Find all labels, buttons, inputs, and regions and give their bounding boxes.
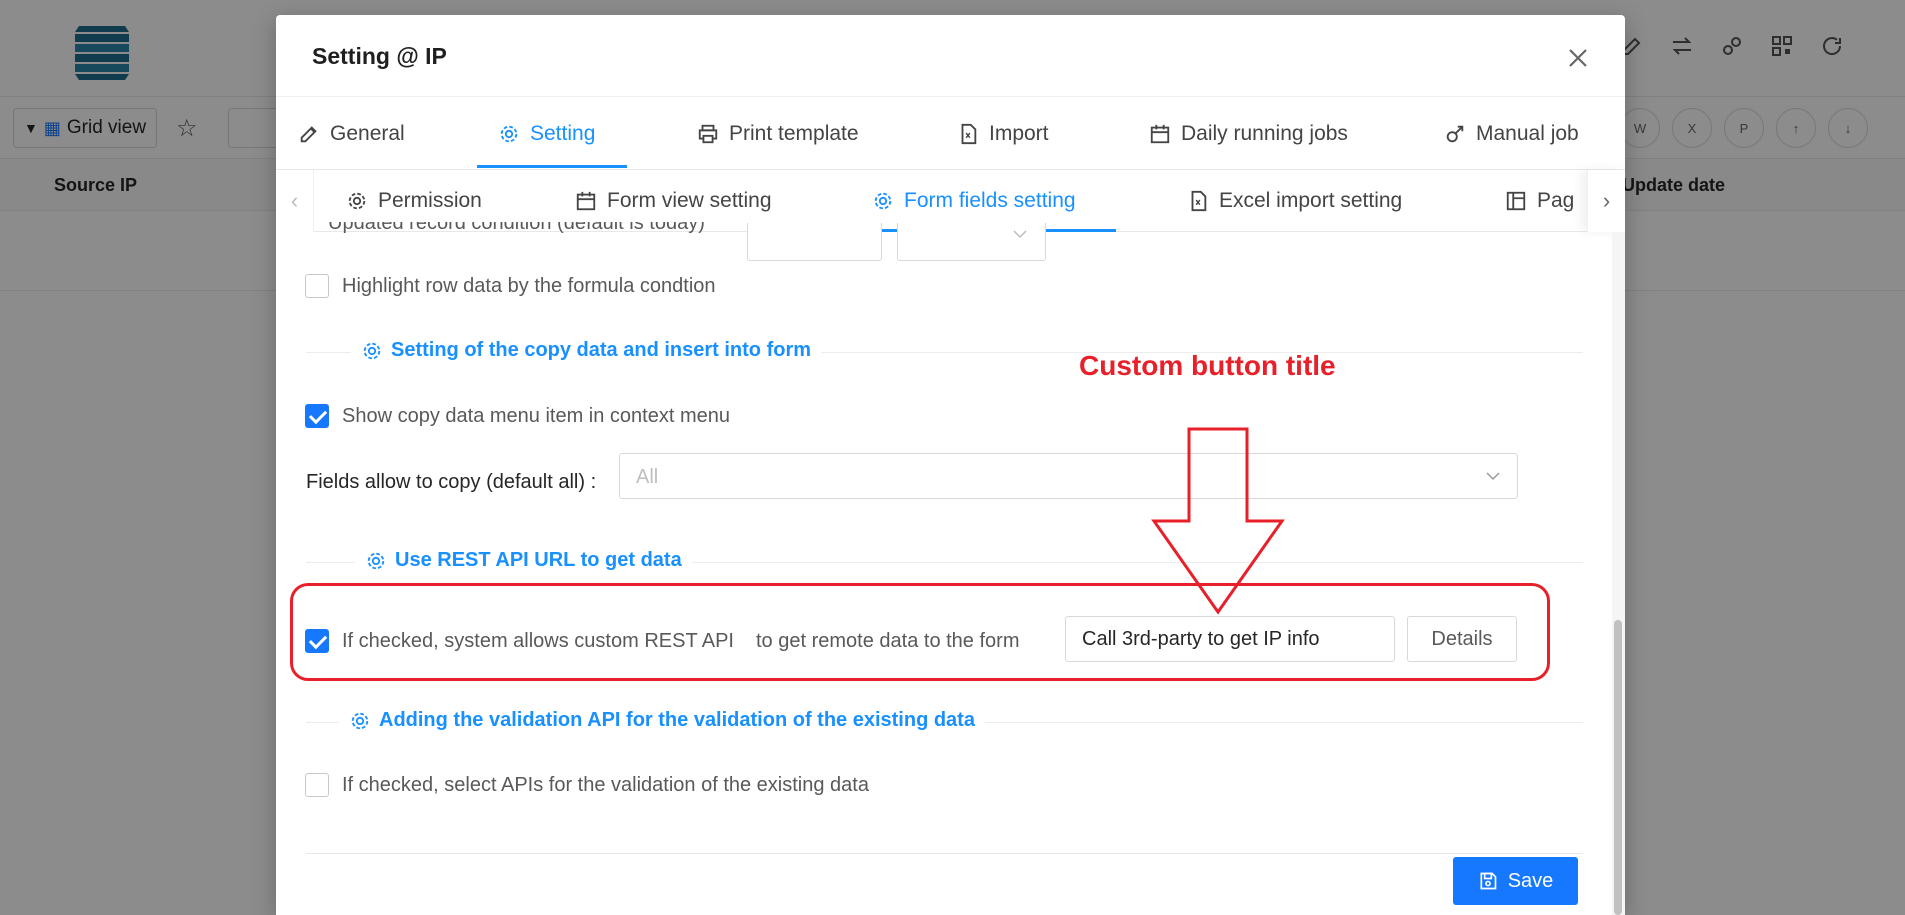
gear-icon bbox=[348, 192, 366, 210]
highlight-row-checkbox[interactable] bbox=[305, 274, 329, 298]
gear-icon bbox=[500, 125, 518, 142]
subtab-label: Form fields setting bbox=[904, 189, 1076, 212]
modal-title: Setting @ IP bbox=[312, 43, 447, 69]
highlight-row-label: Highlight row data by the formula condti… bbox=[342, 275, 716, 297]
calendar-icon bbox=[1150, 124, 1170, 143]
fields-allow-label-text: Fields allow to copy (default all) bbox=[306, 471, 586, 493]
close-icon[interactable] bbox=[1565, 45, 1591, 71]
tab-print-template[interactable]: Print template bbox=[697, 97, 859, 170]
layout-icon bbox=[1506, 191, 1526, 211]
calendar-icon bbox=[576, 191, 596, 211]
rest-section-title: Use REST API URL to get data bbox=[355, 549, 692, 572]
subtab-excel-import-setting[interactable]: Excel import setting bbox=[1187, 170, 1402, 232]
show-copy-menu-checkbox[interactable] bbox=[305, 404, 329, 428]
chevron-right-icon[interactable]: › bbox=[1587, 170, 1625, 232]
save-button[interactable]: Save bbox=[1453, 857, 1578, 905]
tab-daily-running-jobs[interactable]: Daily running jobs bbox=[1149, 97, 1348, 170]
main-tabs: General Setting Print template Import Da… bbox=[276, 97, 1625, 170]
subtab-label: Excel import setting bbox=[1219, 189, 1403, 212]
updated-condition-select[interactable] bbox=[897, 223, 1046, 261]
section-title-text: Use REST API URL to get data bbox=[395, 549, 682, 571]
annotation-text: Custom button title bbox=[1079, 350, 1336, 381]
file-excel-icon bbox=[1191, 190, 1207, 212]
gear-icon bbox=[351, 712, 369, 729]
edit-icon bbox=[300, 125, 317, 142]
updated-condition-input[interactable] bbox=[747, 223, 882, 261]
tab-setting[interactable]: Setting bbox=[498, 97, 595, 170]
save-label: Save bbox=[1507, 869, 1554, 892]
gear-icon bbox=[874, 192, 892, 210]
tab-general[interactable]: General bbox=[298, 97, 405, 170]
file-import-icon bbox=[961, 123, 977, 144]
modal-header: Setting @ IP bbox=[276, 15, 1625, 97]
chevron-left-icon[interactable]: ‹ bbox=[276, 170, 314, 232]
settings-modal: Setting @ IP General Setting Print templ… bbox=[276, 15, 1625, 915]
manual-job-icon bbox=[1446, 125, 1464, 142]
chevron-down-icon bbox=[1486, 472, 1500, 481]
chevron-down-icon bbox=[1013, 230, 1027, 239]
tab-label: Setting bbox=[530, 121, 596, 145]
subtab-page[interactable]: Pag bbox=[1505, 170, 1574, 232]
scrollbar-thumb[interactable] bbox=[1614, 620, 1622, 915]
fields-allow-label: Fields allow to copy (default all) : bbox=[306, 471, 597, 493]
active-tab-indicator bbox=[477, 165, 627, 168]
validation-api-label: If checked, select APIs for the validati… bbox=[342, 774, 869, 796]
show-copy-menu-label: Show copy data menu item in context menu bbox=[342, 405, 730, 427]
tab-label: Daily running jobs bbox=[1181, 121, 1348, 145]
section-title-text: Adding the validation API for the valida… bbox=[379, 709, 975, 731]
copy-section-title: Setting of the copy data and insert into… bbox=[351, 339, 822, 362]
annotation-highlight-box bbox=[290, 583, 1550, 681]
printer-icon bbox=[698, 124, 718, 143]
tab-import[interactable]: Import bbox=[957, 97, 1049, 170]
validation-api-checkbox[interactable] bbox=[305, 773, 329, 797]
subtab-label: Pag bbox=[1537, 189, 1575, 212]
footer-divider bbox=[306, 853, 1583, 854]
validation-section-title: Adding the validation API for the valida… bbox=[339, 709, 985, 732]
fields-allow-value: All bbox=[636, 466, 659, 488]
subtab-label: Form view setting bbox=[607, 189, 772, 212]
save-icon bbox=[1480, 872, 1497, 890]
gear-icon bbox=[367, 552, 385, 569]
tab-label: Import bbox=[989, 121, 1049, 145]
tab-label: General bbox=[330, 121, 405, 145]
gear-icon bbox=[363, 342, 381, 359]
tab-label: Manual job bbox=[1476, 121, 1579, 145]
section-title-text: Setting of the copy data and insert into… bbox=[391, 339, 812, 361]
tab-label: Print template bbox=[729, 121, 859, 145]
subtab-label: Permission bbox=[378, 189, 482, 212]
tab-manual-job[interactable]: Manual job bbox=[1444, 97, 1579, 170]
fields-allow-select[interactable]: All bbox=[619, 453, 1518, 499]
